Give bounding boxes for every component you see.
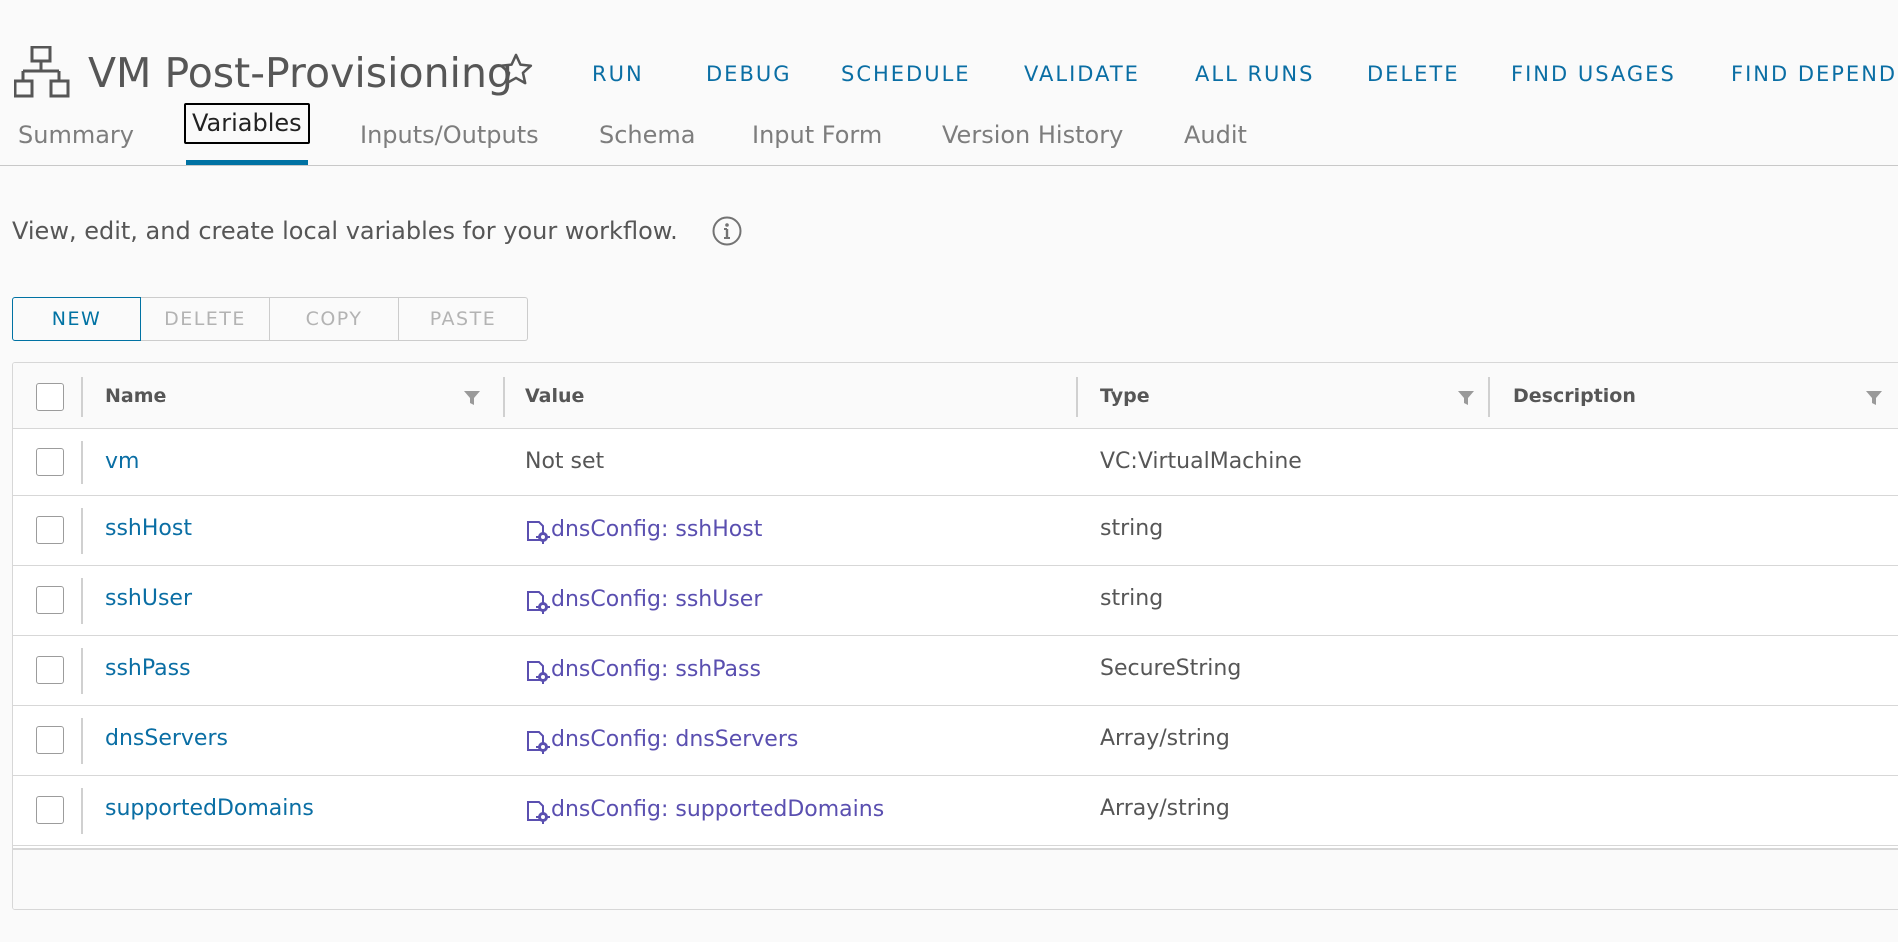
variable-name[interactable]: dnsServers [105,725,228,753]
column-resize-handle[interactable] [1076,377,1078,417]
variable-type: VC:VirtualMachine [1100,449,1302,474]
validate-button[interactable]: VALIDATE [1024,60,1140,88]
find-dependencies-button[interactable]: FIND DEPEND [1731,60,1897,88]
variable-type: string [1100,586,1164,611]
variables-description: View, edit, and create local variables f… [12,217,678,245]
row-checkbox[interactable] [36,448,64,476]
tab-summary[interactable]: Summary [18,120,134,150]
variable-value: Not set [525,449,605,474]
select-all-checkbox[interactable] [36,383,64,411]
variable-value-link[interactable]: dnsConfig: sshHost [525,516,762,544]
row-separator [81,578,83,624]
row-separator [81,788,83,834]
row-separator [81,508,83,554]
schedule-button[interactable]: SCHEDULE [841,60,971,88]
table-row[interactable]: vm Not set VC:VirtualMachine [13,429,1898,496]
tab-audit[interactable]: Audit [1184,120,1247,150]
variables-table: Name Value Type Description vm Not set V… [12,362,1898,910]
active-tab-indicator [186,160,308,165]
variable-name[interactable]: sshPass [105,655,191,683]
variable-value-text: dnsConfig: supportedDomains [551,797,885,822]
variable-type: string [1100,516,1164,541]
row-checkbox[interactable] [36,726,64,754]
page-title: VM Post-Provisioning [88,49,513,97]
table-row[interactable]: supportedDomains dnsConfig: supportedDom… [13,776,1898,846]
delete-variable-button[interactable]: DELETE [141,297,270,341]
name-filter-icon[interactable] [463,389,481,407]
type-filter-icon[interactable] [1457,389,1475,407]
row-separator [81,718,83,764]
variable-value-text: dnsConfig: sshPass [551,657,761,682]
row-checkbox[interactable] [36,516,64,544]
description-filter-icon[interactable] [1865,389,1883,407]
column-resize-handle[interactable] [1488,377,1490,417]
column-resize-handle[interactable] [503,377,505,417]
variable-value-link[interactable]: dnsConfig: supportedDomains [525,796,884,824]
variable-type: SecureString [1100,656,1242,681]
config-element-icon [527,591,550,614]
tab-inputs-outputs[interactable]: Inputs/Outputs [360,120,539,150]
table-row[interactable]: sshPass dnsConfig: sshPass SecureString [13,636,1898,706]
tab-schema[interactable]: Schema [599,120,696,150]
table-row[interactable]: dnsServers dnsConfig: dnsServers Array/s… [13,706,1898,776]
table-header: Name Value Type Description [13,363,1898,429]
row-checkbox[interactable] [36,586,64,614]
config-element-icon [527,521,550,544]
column-header-name[interactable]: Name [105,384,166,408]
variables-toolbar: NEW DELETE COPY PASTE [12,297,528,341]
config-element-icon [527,661,550,684]
column-separator [81,377,83,417]
table-footer [13,848,1898,909]
variable-name[interactable]: supportedDomains [105,795,314,823]
tab-variables[interactable]: Variables [184,103,310,144]
tab-input-form[interactable]: Input Form [752,120,882,150]
run-button[interactable]: RUN [592,60,644,88]
row-checkbox[interactable] [36,656,64,684]
variable-value-text: dnsConfig: sshHost [551,517,763,542]
row-separator [81,441,83,484]
variable-name[interactable]: vm [105,448,139,476]
paste-variable-button[interactable]: PASTE [399,297,528,341]
variable-name[interactable]: sshHost [105,515,192,543]
column-header-type[interactable]: Type [1100,384,1150,408]
variable-value-text: dnsConfig: sshUser [551,587,763,612]
tab-version-history[interactable]: Version History [942,120,1123,150]
variable-value-text: dnsConfig: dnsServers [551,727,799,752]
debug-button[interactable]: DEBUG [706,60,792,88]
variable-name[interactable]: sshUser [105,585,192,613]
new-variable-button[interactable]: NEW [12,297,141,341]
variable-value-link[interactable]: dnsConfig: dnsServers [525,726,798,754]
delete-workflow-button[interactable]: DELETE [1367,60,1460,88]
info-icon[interactable] [711,215,743,247]
workflow-header: VM Post-Provisioning RUN DEBUG SCHEDULE … [0,0,1898,110]
workflow-icon [14,46,70,98]
config-element-icon [527,731,550,754]
variable-type: Array/string [1100,796,1230,821]
table-row[interactable]: sshHost dnsConfig: sshHost string [13,496,1898,566]
column-header-description[interactable]: Description [1513,384,1636,408]
table-row[interactable]: sshUser dnsConfig: sshUser string [13,566,1898,636]
variable-value-link[interactable]: dnsConfig: sshPass [525,656,761,684]
copy-variable-button[interactable]: COPY [270,297,399,341]
variable-type: Array/string [1100,726,1230,751]
row-checkbox[interactable] [36,796,64,824]
column-header-value[interactable]: Value [525,384,584,408]
variable-value-link[interactable]: dnsConfig: sshUser [525,586,762,614]
row-separator [81,648,83,694]
all-runs-button[interactable]: ALL RUNS [1195,60,1314,88]
find-usages-button[interactable]: FIND USAGES [1511,60,1676,88]
config-element-icon [527,801,550,824]
star-icon[interactable] [497,51,535,89]
